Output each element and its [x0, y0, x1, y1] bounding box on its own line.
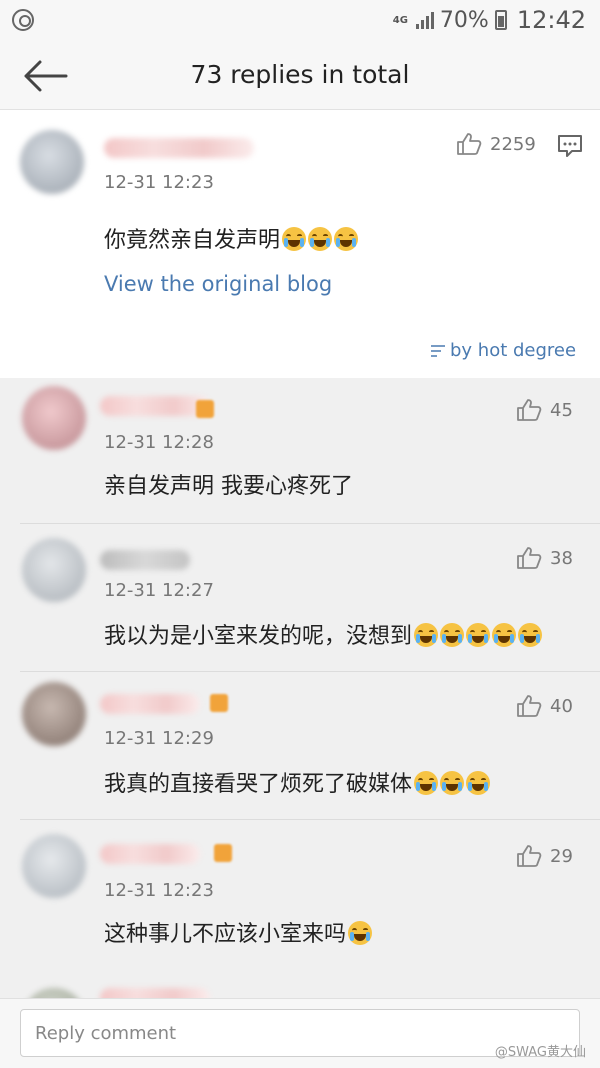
crying-emoji-icon — [466, 623, 491, 647]
battery-icon — [494, 10, 507, 30]
battery-percent: 70% — [439, 7, 489, 33]
avatar[interactable] — [22, 682, 86, 746]
username-blurred[interactable] — [100, 988, 210, 998]
like-button[interactable]: 29 — [516, 844, 573, 868]
reply-text: 亲自发声明 我要心疼死了 — [104, 474, 353, 499]
username-blurred[interactable] — [100, 694, 200, 714]
username-blurred[interactable] — [100, 844, 200, 864]
crying-emoji-icon — [282, 227, 307, 251]
username-blurred[interactable] — [104, 138, 254, 158]
crying-emoji-icon — [440, 771, 465, 795]
thumbs-up-icon — [457, 133, 482, 155]
sort-toggle[interactable]: by hot degree — [430, 340, 576, 361]
like-count: 45 — [550, 399, 573, 421]
reply-text-content: 我以为是小室来发的呢，没想到 — [104, 624, 413, 649]
reply-text: 我以为是小室来发的呢，没想到 — [104, 618, 543, 650]
view-original-blog-link[interactable]: View the original blog — [104, 272, 332, 296]
like-count: 2259 — [490, 133, 536, 155]
crying-emoji-icon — [348, 921, 373, 945]
reply-text-content: 我真的直接看哭了烦死了破媒体 — [104, 772, 413, 797]
avatar[interactable] — [22, 988, 86, 998]
reply-timestamp: 12-31 12:23 — [104, 880, 214, 901]
username-blurred[interactable] — [100, 396, 210, 416]
like-count: 40 — [550, 695, 573, 717]
status-bar: 4G 70% 12:42 — [0, 0, 600, 44]
crying-emoji-icon — [466, 771, 491, 795]
sort-icon — [431, 344, 445, 357]
reply-item: 12-31 12:23 29 这种事儿不应该小室来吗 — [0, 820, 600, 966]
avatar[interactable] — [22, 834, 86, 898]
comment-text: 你竟然亲自发声明 — [104, 222, 359, 254]
crying-emoji-icon — [308, 227, 333, 251]
signal-icon — [415, 11, 434, 29]
vip-badge-icon — [214, 844, 232, 862]
reply-list: 12-31 12:28 45 亲自发声明 我要心疼死了 12-31 12:27 … — [0, 378, 600, 998]
avatar[interactable] — [22, 538, 86, 602]
status-indicators: 4G 70% 12:42 — [393, 6, 586, 34]
like-button[interactable]: 40 — [516, 694, 573, 718]
crying-emoji-icon — [334, 227, 359, 251]
reply-item: 12-31 12:28 45 亲自发声明 我要心疼死了 — [0, 378, 600, 524]
reply-bar: @SWAG黄大仙 — [0, 998, 600, 1068]
crying-emoji-icon — [518, 623, 543, 647]
reply-text-content: 这种事儿不应该小室来吗 — [104, 922, 347, 947]
crying-emoji-icon — [414, 771, 439, 795]
reply-text: 这种事儿不应该小室来吗 — [104, 916, 373, 948]
vip-badge-icon — [210, 694, 228, 712]
reply-item: 12-31 12:29 40 我真的直接看哭了烦死了破媒体 — [0, 672, 600, 820]
like-count: 29 — [550, 845, 573, 867]
like-button[interactable]: 45 — [516, 398, 573, 422]
username-blurred[interactable] — [100, 550, 190, 570]
network-type: 4G — [392, 14, 408, 26]
like-count: 38 — [550, 547, 573, 569]
comment-icon[interactable] — [557, 134, 583, 158]
avatar[interactable] — [20, 130, 84, 194]
avatar[interactable] — [22, 386, 86, 450]
top-bar: 73 replies in total — [0, 44, 600, 110]
reply-timestamp: 12-31 12:27 — [104, 580, 214, 601]
thumbs-up-icon — [517, 695, 542, 717]
like-button[interactable]: 38 — [516, 546, 573, 570]
crying-emoji-icon — [440, 623, 465, 647]
comment-timestamp: 12-31 12:23 — [104, 172, 214, 193]
crying-emoji-icon — [492, 623, 517, 647]
sort-label: by hot degree — [450, 340, 577, 361]
like-button[interactable]: 2259 — [456, 132, 536, 156]
comment-text-content: 你竟然亲自发声明 — [104, 228, 281, 253]
reply-text: 我真的直接看哭了烦死了破媒体 — [104, 766, 491, 798]
app-notification-icon — [12, 9, 34, 31]
thumbs-up-icon — [517, 845, 542, 867]
reply-timestamp: 12-31 12:28 — [104, 432, 214, 453]
reply-item: 12-31 12:27 38 我以为是小室来发的呢，没想到 — [0, 524, 600, 672]
clock: 12:42 — [516, 6, 586, 34]
page-title: 73 replies in total — [190, 60, 410, 89]
vip-badge-icon — [196, 400, 214, 418]
watermark: @SWAG黄大仙 — [494, 1045, 586, 1060]
thumbs-up-icon — [517, 547, 542, 569]
thumbs-up-icon — [517, 399, 542, 421]
crying-emoji-icon — [414, 623, 439, 647]
original-comment: 12-31 12:23 2259 你竟然亲自发声明 View the origi… — [0, 110, 600, 378]
reply-timestamp: 12-31 12:29 — [104, 728, 214, 749]
reply-item-partial — [0, 978, 600, 998]
